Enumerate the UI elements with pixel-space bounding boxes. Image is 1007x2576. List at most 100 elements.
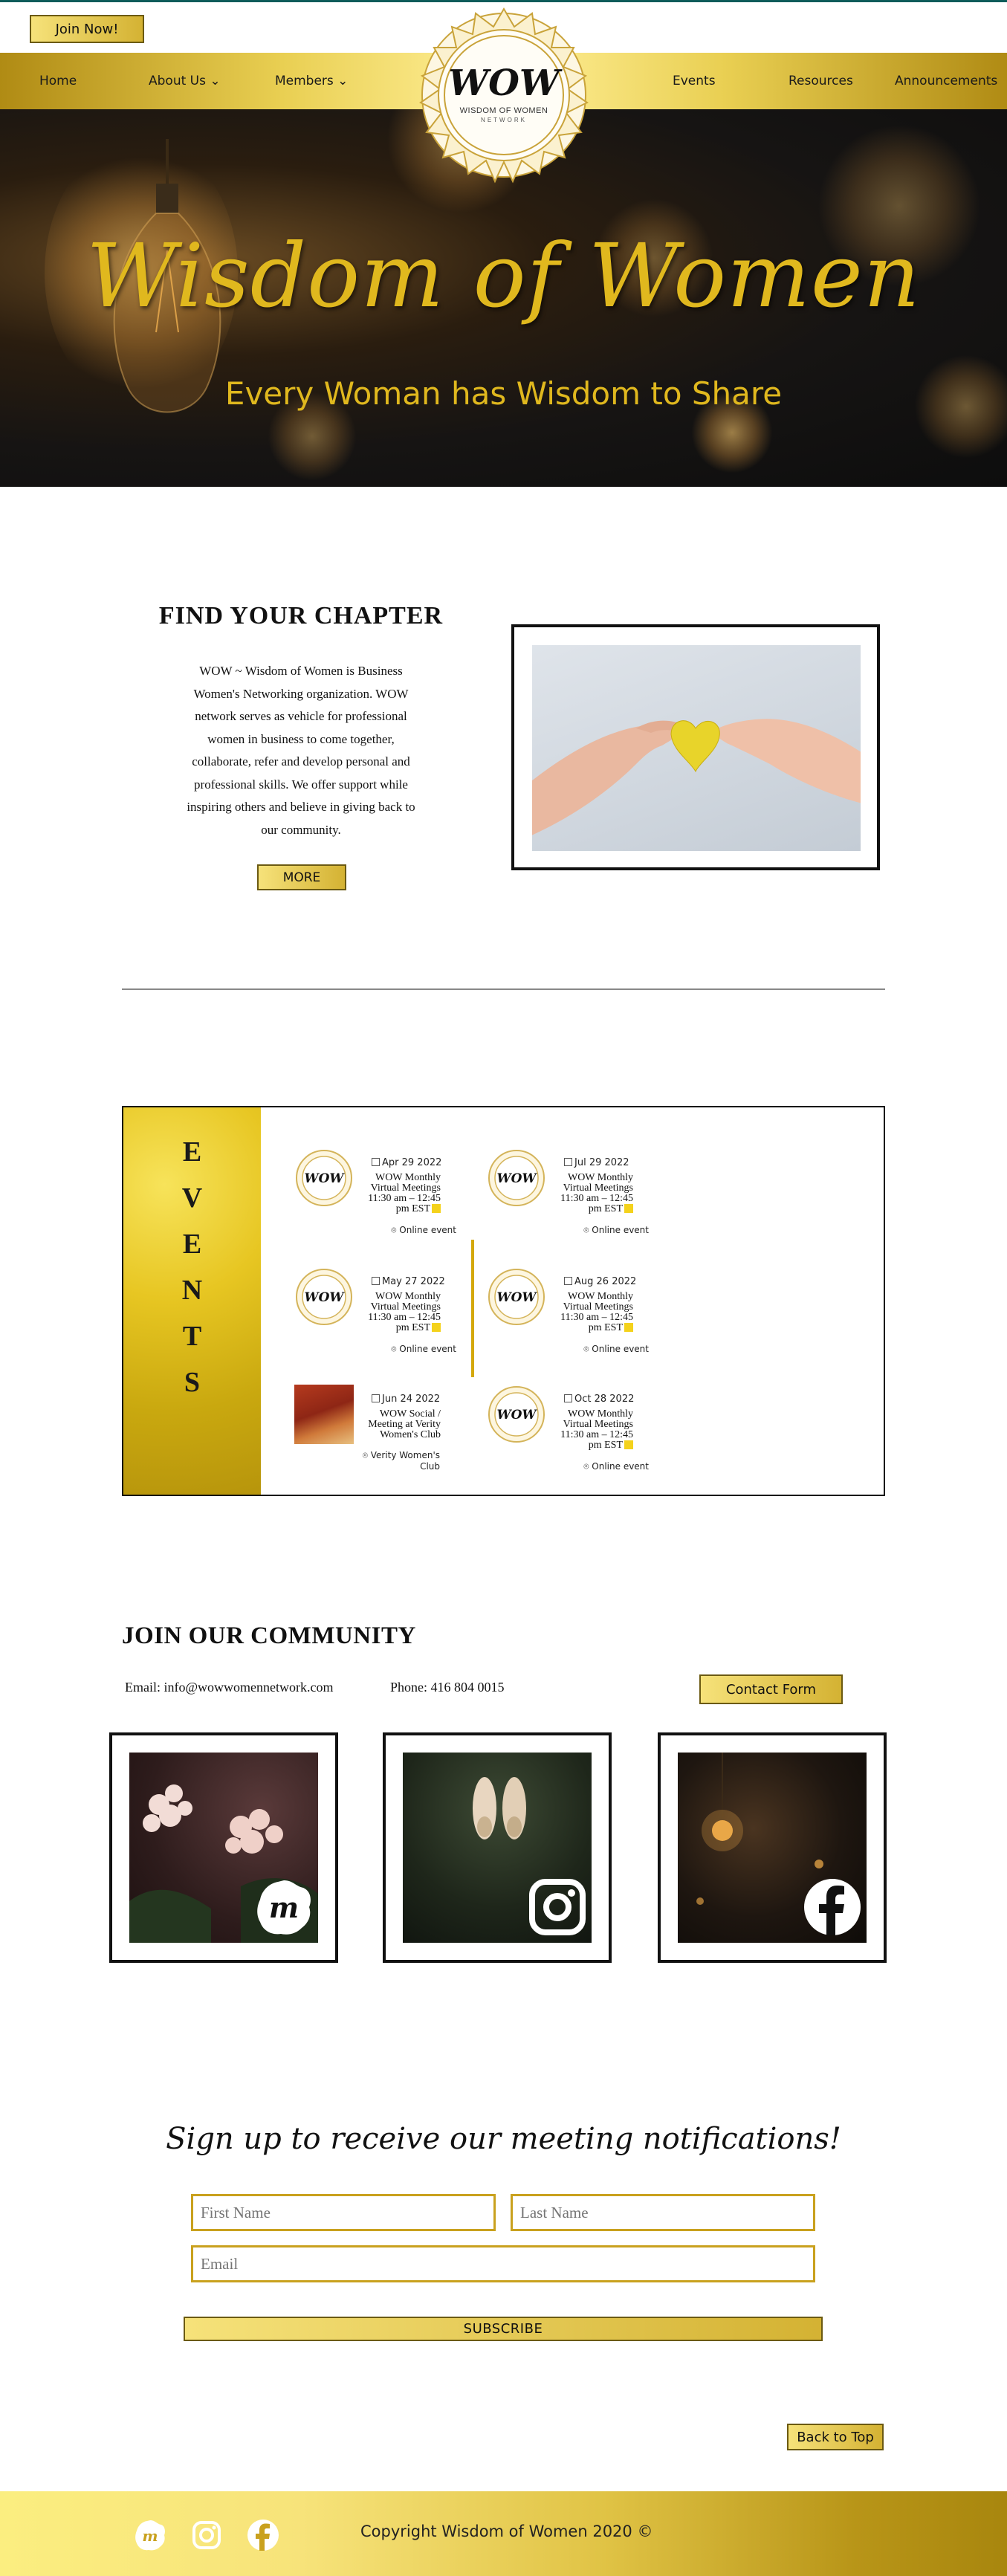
event-title-line: WOW Monthly	[567, 1291, 633, 1302]
event-item[interactable]: Jun 24 2022 WOW Social / Meeting at Verity…	[294, 1385, 458, 1474]
facebook-icon[interactable]	[247, 2519, 279, 2551]
copyright-text: Copyright Wisdom of Women 2020 ©	[360, 2522, 653, 2540]
nav-announcements[interactable]: Announcements	[895, 53, 997, 109]
event-location: ⌾ Online event	[583, 1344, 649, 1354]
contact-email[interactable]: Email: info@wowwomennetwork.com	[125, 1680, 334, 1695]
meetup-icon[interactable]: m	[134, 2519, 166, 2551]
location-pin-icon: ⌾	[583, 1225, 592, 1235]
event-title-line: Virtual Meetings	[370, 1182, 441, 1194]
email-field[interactable]	[191, 2245, 815, 2282]
event-title-line: WOW Monthly	[567, 1408, 633, 1420]
event-location: ⌾ Online event	[391, 1344, 456, 1354]
svg-text:WOW: WOW	[305, 1290, 346, 1305]
location-pin-icon: ⌾	[583, 1461, 592, 1472]
instagram-icon	[529, 1879, 586, 1935]
nav-members[interactable]: Members ⌄	[275, 53, 348, 109]
logo-line1: WISDOM OF WOMEN	[459, 106, 548, 115]
event-date: Jul 29 2022	[564, 1157, 629, 1168]
event-title-line: Virtual Meetings	[563, 1419, 633, 1430]
event-title-line: WOW Monthly	[375, 1172, 441, 1183]
event-title[interactable]: WOW Monthly Virtual Meetings 11:30 am – 12…	[548, 1409, 633, 1451]
events-letter: V	[181, 1182, 203, 1214]
nav-resources[interactable]: Resources	[789, 53, 853, 109]
event-location: ⌾ Online event	[583, 1225, 649, 1235]
event-title-line: pm EST	[548, 1204, 633, 1214]
event-title[interactable]: WOW Monthly Virtual Meetings 11:30 am – 12…	[548, 1173, 633, 1214]
event-title-line: 11:30 am – 12:45	[560, 1193, 633, 1204]
signup-title: Sign up to receive our meeting notificat…	[166, 2122, 841, 2156]
event-title-line: pm EST	[548, 1323, 633, 1333]
nav-home[interactable]: Home	[39, 53, 77, 109]
shoes-photo	[403, 1753, 592, 1943]
event-logo-thumbnail: WOW	[488, 1150, 545, 1206]
hero-subtitle: Every Woman has Wisdom to Share	[224, 375, 783, 412]
event-title-line: WOW Social /	[379, 1408, 441, 1420]
flowers-photo: m	[129, 1753, 318, 1943]
location-pin-icon: ⌾	[391, 1225, 400, 1235]
event-title[interactable]: WOW Social / Meeting at Verity Women's Clu…	[355, 1409, 441, 1440]
event-title[interactable]: WOW Monthly Virtual Meetings 11:30 am – 12…	[548, 1292, 633, 1333]
instagram-card[interactable]	[383, 1732, 612, 1963]
event-item[interactable]: WOW Aug 26 2022 WOW Monthly Virtual Meeting…	[487, 1267, 650, 1356]
svg-text:m: m	[142, 2527, 158, 2545]
hands-heart-image	[532, 645, 861, 851]
logo-line2: NETWORK	[481, 117, 527, 123]
nav-about-us[interactable]: About Us ⌄	[149, 53, 221, 109]
calendar-icon	[372, 1394, 380, 1402]
lightbulb-photo	[678, 1753, 867, 1943]
event-title-line: Virtual Meetings	[563, 1182, 633, 1194]
event-date: Jun 24 2022	[372, 1394, 440, 1405]
event-location: ⌾ Online event	[583, 1461, 649, 1472]
back-to-top-button[interactable]: Back to Top	[787, 2424, 884, 2450]
join-now-button[interactable]: Join Now!	[30, 15, 144, 43]
event-photo-thumbnail	[294, 1385, 354, 1444]
events-letter: E	[182, 1136, 202, 1168]
event-title-line: pm EST	[355, 1323, 441, 1333]
location-pin-icon: ⌾	[583, 1344, 592, 1354]
nav-events[interactable]: Events	[673, 53, 716, 109]
event-logo-thumbnail: WOW	[488, 1269, 545, 1325]
more-button[interactable]: MORE	[257, 864, 346, 890]
event-title-line: Women's Club	[380, 1429, 441, 1440]
events-letter: N	[181, 1275, 203, 1306]
events-letter: E	[182, 1229, 202, 1260]
contact-form-button[interactable]: Contact Form	[699, 1674, 843, 1704]
event-location: ⌾ Online event	[391, 1225, 456, 1235]
event-title-line: pm EST	[355, 1204, 441, 1214]
instagram-icon[interactable]	[190, 2519, 223, 2551]
event-title[interactable]: WOW Monthly Virtual Meetings 11:30 am – 12…	[355, 1292, 441, 1333]
event-logo-thumbnail: WOW	[488, 1386, 545, 1443]
svg-text:WOW: WOW	[497, 1290, 538, 1305]
meetup-card[interactable]: m	[109, 1732, 338, 1963]
event-logo-thumbnail: WOW	[296, 1269, 352, 1325]
contact-phone: Phone: 416 804 0015	[390, 1680, 505, 1695]
chapter-image-frame	[511, 624, 880, 870]
facebook-icon	[804, 1879, 861, 1935]
facebook-card[interactable]	[658, 1732, 887, 1963]
event-title[interactable]: WOW Monthly Virtual Meetings 11:30 am – 12…	[355, 1173, 441, 1214]
logo-mark: WOW	[448, 62, 560, 104]
event-logo-thumbnail: WOW	[296, 1150, 352, 1206]
community-title: JOIN OUR COMMUNITY	[122, 1622, 416, 1649]
site-logo[interactable]: WOW WISDOM OF WOMEN NETWORK	[413, 4, 595, 186]
subscribe-button[interactable]: SUBSCRIBE	[184, 2317, 823, 2341]
event-title-line: 11:30 am – 12:45	[368, 1312, 441, 1323]
first-name-field[interactable]	[191, 2194, 496, 2231]
calendar-icon	[564, 1394, 572, 1402]
event-date: Apr 29 2022	[372, 1157, 441, 1168]
top-accent-line	[0, 0, 1007, 2]
event-title-line: 11:30 am – 12:45	[560, 1429, 633, 1440]
event-item[interactable]: WOW Apr 29 2022 WOW Monthly Virtual Meeting…	[294, 1148, 458, 1237]
event-title-line: Virtual Meetings	[563, 1301, 633, 1313]
event-title-line: WOW Monthly	[567, 1172, 633, 1183]
event-item[interactable]: WOW Jul 29 2022 WOW Monthly Virtual Meeting…	[487, 1148, 650, 1237]
event-title-line: WOW Monthly	[375, 1291, 441, 1302]
events-column-divider	[471, 1240, 474, 1377]
section-divider	[122, 988, 885, 990]
event-title-line: Meeting at Verity	[368, 1419, 441, 1430]
event-item[interactable]: WOW May 27 2022 WOW Monthly Virtual Meeting…	[294, 1267, 458, 1356]
event-item[interactable]: WOW Oct 28 2022 WOW Monthly Virtual Meeting…	[487, 1385, 650, 1474]
event-location: ⌾ Verity Women's Club	[362, 1450, 440, 1472]
footer: m Copyright Wisdom of Women 2020 ©	[0, 2491, 1007, 2576]
last-name-field[interactable]	[511, 2194, 815, 2231]
